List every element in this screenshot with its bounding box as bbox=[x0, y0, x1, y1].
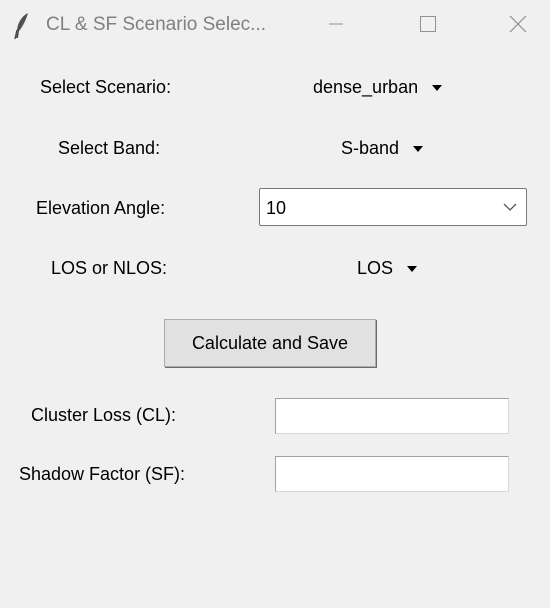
close-icon bbox=[509, 15, 527, 38]
los-label: LOS or NLOS: bbox=[51, 258, 168, 278]
elevation-label: Elevation Angle: bbox=[36, 198, 166, 218]
shadow-factor-label: Shadow Factor (SF): bbox=[19, 464, 186, 484]
band-value: S-band bbox=[341, 138, 400, 158]
band-label: Select Band: bbox=[58, 138, 161, 158]
los-dropdown[interactable]: LOS bbox=[357, 258, 418, 279]
elevation-value: 10 bbox=[266, 198, 287, 218]
title-bar[interactable]: CL & SF Scenario Selec... bbox=[0, 0, 550, 52]
scenario-value: dense_urban bbox=[313, 77, 419, 97]
scenario-dropdown[interactable]: dense_urban bbox=[313, 77, 443, 98]
scenario-label: Select Scenario: bbox=[40, 77, 172, 97]
elevation-combobox[interactable]: 10 bbox=[259, 188, 527, 226]
feather-icon bbox=[12, 12, 32, 40]
app-window: CL & SF Scenario Selec... Select Scenari… bbox=[0, 0, 550, 608]
dropdown-arrow-icon bbox=[413, 145, 424, 152]
cluster-loss-field[interactable] bbox=[275, 398, 509, 434]
los-value: LOS bbox=[357, 258, 394, 278]
window-title: CL & SF Scenario Selec... bbox=[46, 14, 267, 35]
minimize-icon bbox=[328, 16, 344, 37]
minimize-button[interactable] bbox=[306, 0, 366, 52]
calculate-and-save-button[interactable]: Calculate and Save bbox=[164, 319, 376, 367]
dropdown-arrow-icon bbox=[407, 265, 418, 272]
cluster-loss-label: Cluster Loss (CL): bbox=[31, 405, 177, 425]
maximize-icon bbox=[419, 15, 437, 38]
shadow-factor-field[interactable] bbox=[275, 456, 509, 492]
band-dropdown[interactable]: S-band bbox=[341, 138, 424, 159]
maximize-button[interactable] bbox=[398, 0, 458, 52]
close-button[interactable] bbox=[488, 0, 548, 52]
chevron-down-icon[interactable] bbox=[502, 199, 518, 215]
dropdown-arrow-icon bbox=[432, 84, 443, 91]
